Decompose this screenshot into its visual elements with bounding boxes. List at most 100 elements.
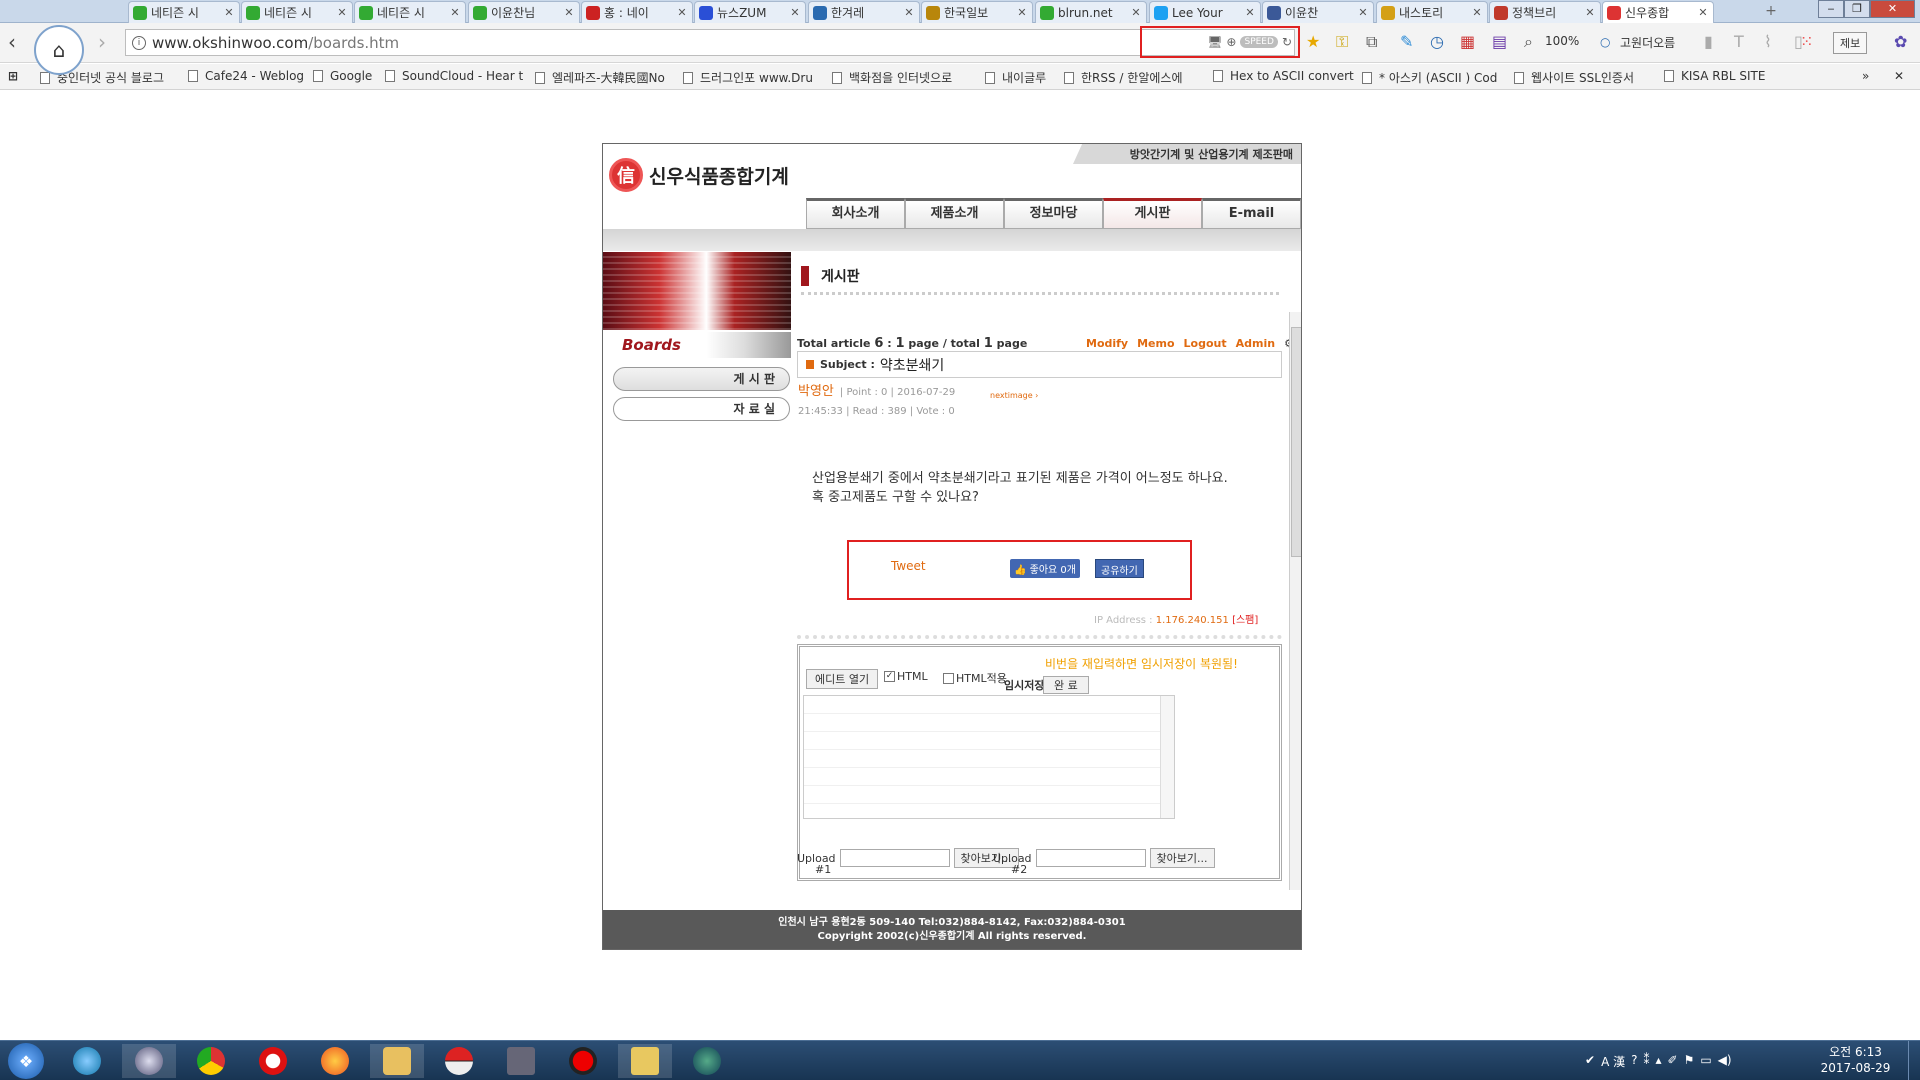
apps-grid-icon[interactable]: ⁙ — [1800, 33, 1813, 51]
browser-tab[interactable]: 한겨레 ✕ — [808, 1, 920, 23]
bookmark-item[interactable]: * 아스키 (ASCII ) Cod — [1362, 69, 1497, 86]
more-bookmarks-icon[interactable]: » — [1862, 69, 1869, 83]
upload-1-input[interactable] — [839, 849, 950, 867]
nav-board[interactable]: 게시판 — [1103, 198, 1202, 229]
sidebar-item-archive[interactable]: 자 료 실 — [613, 397, 790, 421]
chrome-taskbar-button[interactable] — [184, 1044, 238, 1078]
tab-close-icon[interactable]: ✕ — [336, 6, 348, 19]
browser-tab[interactable]: 네티즌 시 ✕ — [241, 1, 353, 23]
gowon-label[interactable]: 고원더오름 — [1620, 34, 1675, 51]
ext-i-icon[interactable]: ▮ — [1704, 33, 1713, 51]
rss-icon[interactable]: ⌇ — [1764, 33, 1772, 51]
tab-close-icon[interactable]: ✕ — [449, 6, 461, 19]
edit-icon[interactable]: ✎ — [1400, 33, 1413, 51]
network-icon[interactable]: ▭ — [1700, 1053, 1711, 1070]
opera-taskbar-button[interactable] — [246, 1044, 300, 1078]
flag-icon[interactable]: ⚑ — [1684, 1053, 1695, 1070]
tab-close-icon[interactable]: ✕ — [1130, 6, 1142, 19]
upload-2-input[interactable] — [1035, 849, 1146, 867]
bookmark-item[interactable]: 드러그인포 www.Dru — [683, 69, 813, 86]
html-checkbox[interactable]: ✓ HTML — [884, 670, 928, 683]
shield-icon[interactable]: ✔ — [1585, 1053, 1595, 1070]
tray-expand-icon[interactable]: ▴ — [1655, 1053, 1661, 1070]
bookmark-item[interactable]: 내이글루 — [985, 69, 1046, 86]
html-apply-checkbox[interactable]: HTML적용 — [943, 670, 1007, 686]
tab-close-icon[interactable]: ✕ — [223, 6, 235, 19]
spam-link[interactable]: [스팸] — [1232, 615, 1258, 626]
browser-tab[interactable]: 뉴스ZUM ✕ — [694, 1, 806, 23]
reload-icon[interactable]: ↻ — [1282, 35, 1292, 49]
new-tab-button[interactable]: + — [1760, 3, 1782, 21]
tweet-link[interactable]: Tweet — [891, 559, 926, 573]
ext-t-icon[interactable]: T — [1734, 33, 1744, 51]
recorder-taskbar-button[interactable] — [556, 1044, 610, 1078]
settings-icon[interactable]: ✿ — [1894, 33, 1907, 51]
show-desktop-button[interactable] — [1908, 1041, 1920, 1080]
ime-indicator[interactable]: A 漢 — [1601, 1053, 1625, 1070]
book-taskbar-button[interactable] — [494, 1044, 548, 1078]
browser-tab[interactable]: 네티즌 시 ✕ — [354, 1, 466, 23]
tab-close-icon[interactable]: ✕ — [676, 6, 688, 19]
speed-badge[interactable]: SPEED — [1240, 36, 1278, 48]
info-icon[interactable]: i — [132, 35, 146, 50]
firefox-taskbar-button[interactable] — [308, 1044, 362, 1078]
explorer-taskbar-button[interactable] — [618, 1044, 672, 1078]
maximize-button[interactable]: ❐ — [1844, 0, 1870, 18]
book-icon[interactable]: ▤ — [1492, 33, 1507, 51]
monitor-icon[interactable]: 🖥 — [1207, 35, 1222, 49]
forward-icon[interactable]: › — [98, 32, 106, 52]
scrollbar-thumb[interactable] — [1291, 327, 1301, 557]
bookmark-item[interactable]: SoundCloud - Hear t — [385, 69, 523, 83]
tab-close-icon[interactable]: ✕ — [1697, 6, 1709, 19]
bookmark-item[interactable]: 웹사이트 SSL인증서 — [1514, 69, 1634, 86]
star-icon[interactable]: ★ — [1306, 33, 1320, 51]
admin-link[interactable]: Admin — [1236, 337, 1275, 350]
plus-circle-icon[interactable]: ⊕ — [1226, 35, 1236, 49]
tab-close-icon[interactable]: ✕ — [1016, 6, 1028, 19]
memo-link[interactable]: Memo — [1137, 337, 1174, 350]
browser-tab[interactable]: blrun.net ✕ — [1035, 1, 1147, 23]
minimize-button[interactable]: ‒ — [1818, 0, 1844, 18]
capture-icon[interactable]: ⧉ — [1366, 33, 1377, 51]
close-window-button[interactable]: ✕ — [1870, 0, 1915, 18]
browser-tab[interactable]: 네티즌 시 ✕ — [128, 1, 240, 23]
browser-tab[interactable]: 이윤찬 ✕ — [1262, 1, 1374, 23]
nav-company[interactable]: 회사소개 — [806, 198, 905, 229]
facebook-like-button[interactable]: 👍 좋아요 0개 — [1010, 559, 1080, 578]
bookmark-item[interactable]: Hex to ASCII convert — [1213, 69, 1354, 83]
tab-close-icon[interactable]: ✕ — [1471, 6, 1483, 19]
logout-link[interactable]: Logout — [1184, 337, 1227, 350]
ie-taskbar-button[interactable] — [60, 1044, 114, 1078]
browser-tab[interactable]: Lee Your ✕ — [1149, 1, 1261, 23]
site-logo[interactable]: 信 신우식품종합기계 — [609, 158, 789, 192]
browser-tab[interactable]: 홍 : 네이 ✕ — [581, 1, 693, 23]
nav-email[interactable]: E-mail — [1202, 198, 1301, 229]
bookmark-item[interactable]: 백화점을 인터넷으로 — [832, 69, 952, 86]
bookmark-item[interactable]: KISA RBL SITE — [1664, 69, 1765, 83]
history-icon[interactable]: ◷ — [1430, 33, 1444, 51]
bookmark-item[interactable]: 엘레파즈-大韓民國No — [535, 69, 665, 86]
key-icon[interactable]: ⚿ — [1336, 33, 1348, 51]
post-author[interactable]: 박영안 — [798, 384, 834, 399]
tab-close-icon[interactable]: ✕ — [789, 6, 801, 19]
url-bar[interactable]: i www.okshinwoo.com/boards.htm — [125, 29, 1295, 56]
browser-tab[interactable]: 내스토리 ✕ — [1376, 1, 1488, 23]
bookmark-item[interactable]: 한RSS / 한알에스에 — [1064, 69, 1183, 86]
textarea-scrollbar[interactable] — [1160, 696, 1174, 818]
browser-tab[interactable]: 신우종합 ✕ — [1602, 1, 1714, 23]
browser-tab[interactable]: 한국일보 ✕ — [921, 1, 1033, 23]
tab-close-icon[interactable]: ✕ — [1244, 6, 1256, 19]
tab-close-icon[interactable]: ✕ — [563, 6, 575, 19]
tab-close-icon[interactable]: ✕ — [1357, 6, 1369, 19]
next-image-link[interactable]: nextimage › — [990, 391, 1038, 400]
volume-icon[interactable]: ◀) — [1718, 1053, 1732, 1070]
zoom-icon[interactable]: ⌕ — [1524, 33, 1533, 51]
nav-info[interactable]: 정보마당 — [1004, 198, 1103, 229]
gowon-icon[interactable]: ○ — [1600, 33, 1610, 51]
back-icon[interactable]: ‹ — [8, 32, 16, 52]
app-taskbar-button[interactable] — [370, 1044, 424, 1078]
browser-tab[interactable]: 이윤찬님 ✕ — [468, 1, 580, 23]
home-button[interactable]: ⌂ — [34, 25, 84, 75]
bookmark-item[interactable]: Cafe24 - Weblog — [188, 69, 304, 83]
facebook-share-button[interactable]: 공유하기 — [1095, 559, 1144, 578]
